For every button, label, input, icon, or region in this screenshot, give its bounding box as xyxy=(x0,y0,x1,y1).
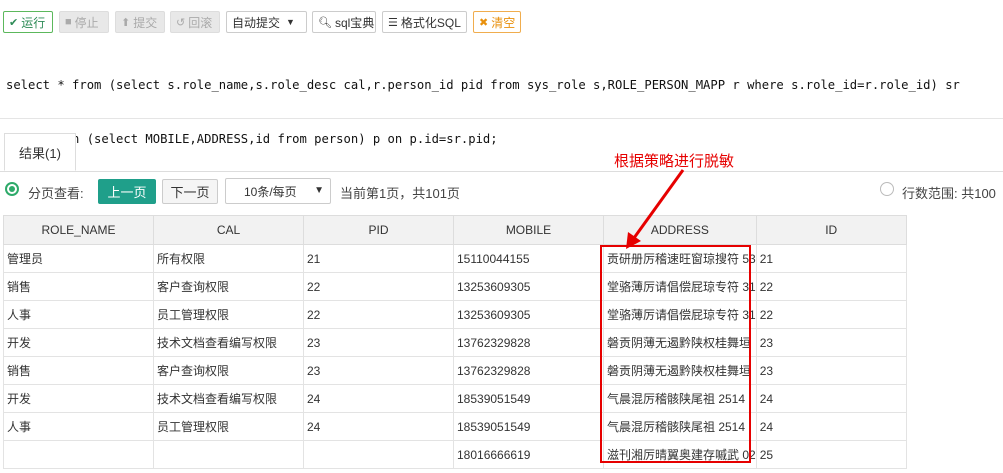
annotation-arrow xyxy=(626,169,685,249)
annotation-arrow-head xyxy=(626,232,641,249)
annotation-arrow-shaft xyxy=(632,169,685,239)
